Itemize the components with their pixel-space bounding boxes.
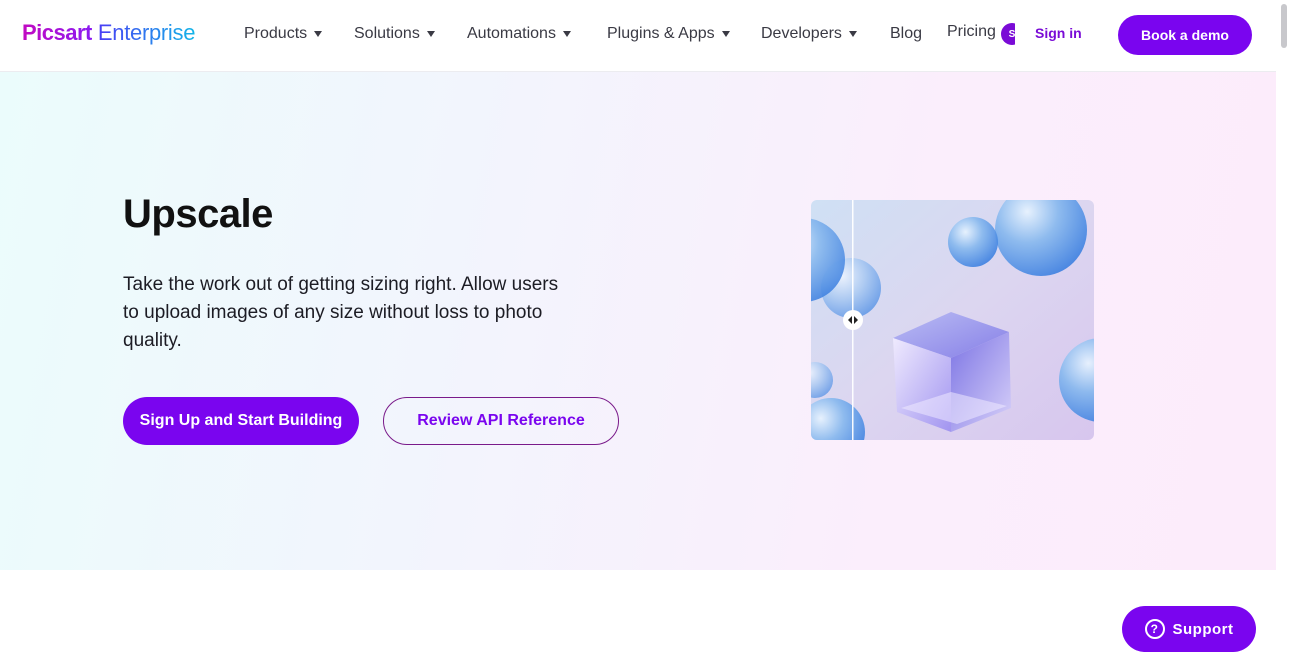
hero-description: Take the work out of getting sizing righ… bbox=[123, 274, 559, 351]
logo-product: Enterprise bbox=[97, 20, 196, 45]
help-question-icon: ? bbox=[1144, 619, 1165, 639]
page-title: Upscale bbox=[123, 192, 273, 236]
before-after-comparison[interactable] bbox=[811, 200, 1094, 440]
nav-blog[interactable]: Blog bbox=[890, 22, 922, 46]
nav-solutions[interactable]: Solutions bbox=[354, 22, 435, 46]
nav-automations-label: Automations bbox=[467, 25, 556, 42]
nav-plugins-apps[interactable]: Plugins & Apps bbox=[607, 22, 730, 46]
caret-down-icon bbox=[562, 31, 571, 37]
scrollbar-thumb[interactable] bbox=[1281, 4, 1287, 48]
caret-down-icon bbox=[721, 31, 730, 37]
signup-start-building-button[interactable]: Sign Up and Start Building bbox=[123, 397, 359, 445]
nav-automations[interactable]: Automations bbox=[467, 22, 571, 46]
nav-blog-label: Blog bbox=[890, 25, 923, 42]
review-api-reference-button[interactable]: Review API Reference bbox=[383, 397, 619, 445]
caret-down-icon bbox=[314, 31, 323, 37]
nav-developers-label: Developers bbox=[761, 25, 842, 42]
nav-developers[interactable]: Developers bbox=[761, 22, 857, 46]
caret-down-icon bbox=[426, 31, 435, 37]
support-button[interactable]: ? Support bbox=[1122, 606, 1256, 652]
caret-down-icon bbox=[848, 31, 857, 37]
logo-brand: Picsart bbox=[22, 20, 92, 45]
upscale-preview-image bbox=[811, 200, 1094, 440]
nav-products[interactable]: Products bbox=[244, 22, 323, 46]
site-header: Picsart Enterprise Products Solutions Au… bbox=[0, 0, 1276, 72]
nav-pricing-label: Pricing bbox=[947, 23, 996, 40]
nav-overflow-mask bbox=[1015, 18, 1027, 50]
support-label: Support bbox=[1172, 620, 1234, 638]
page-scrollbar[interactable] bbox=[1276, 0, 1292, 666]
signin-link[interactable]: Sign in bbox=[1035, 25, 1082, 41]
nav-solutions-label: Solutions bbox=[354, 25, 420, 42]
nav-pricing[interactable]: Pricing bbox=[947, 20, 996, 44]
book-demo-button[interactable]: Book a demo bbox=[1118, 15, 1252, 55]
picsart-enterprise-logo[interactable]: Picsart Enterprise bbox=[22, 20, 195, 48]
nav-products-label: Products bbox=[244, 25, 308, 42]
nav-plugins-apps-label: Plugins & Apps bbox=[607, 25, 715, 42]
hero-section: Upscale Take the work out of getting siz… bbox=[0, 72, 1276, 570]
